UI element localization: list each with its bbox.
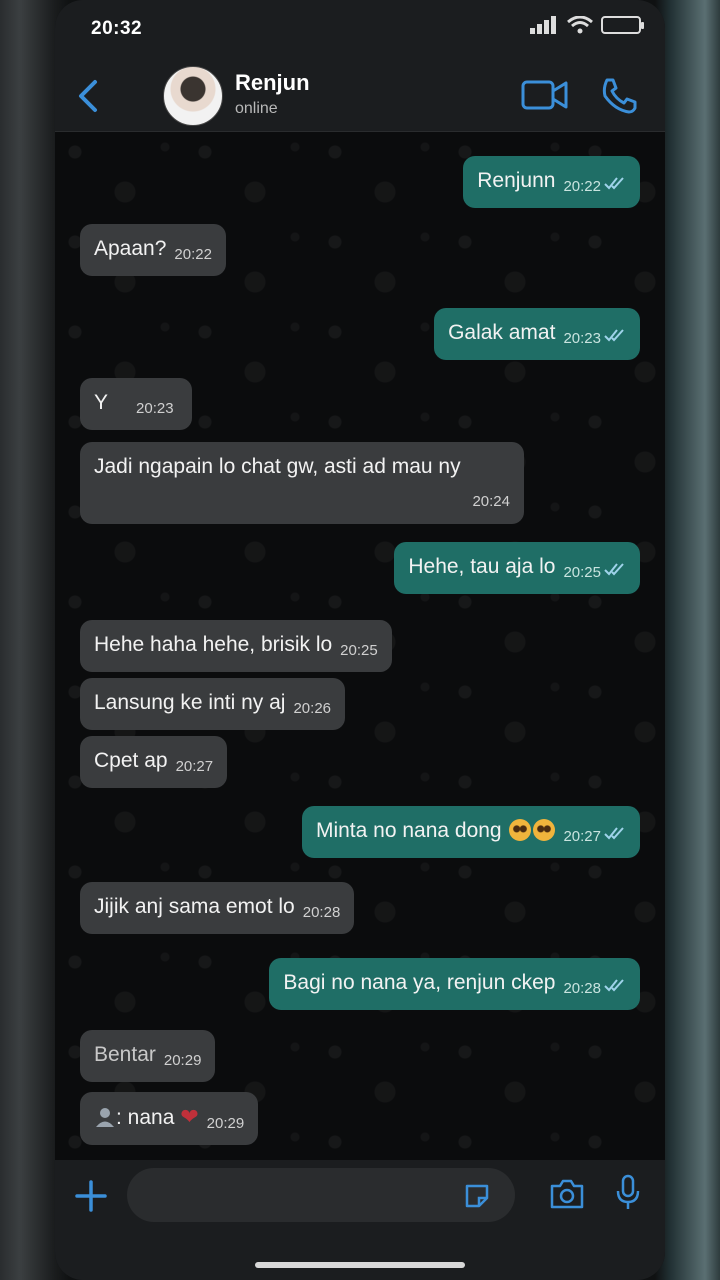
message-time: 20:22 xyxy=(174,246,212,263)
contact-status: online xyxy=(235,100,278,117)
microphone-icon[interactable] xyxy=(615,1174,641,1212)
message-time: 20:25 xyxy=(340,642,378,659)
plus-icon[interactable] xyxy=(73,1178,109,1214)
message-outgoing[interactable]: Minta no nana dong 20:27 xyxy=(301,806,640,858)
message-text: Bagi no nana ya, renjun ckep xyxy=(283,971,556,994)
pleading-face-icon xyxy=(533,819,556,841)
wifi-icon xyxy=(567,15,593,34)
message-time: 20:25 xyxy=(563,564,601,581)
contact-icon xyxy=(94,1106,116,1128)
message-time: 20:26 xyxy=(293,700,332,717)
double-check-icon xyxy=(604,557,626,576)
signal-icon xyxy=(529,16,559,34)
message-outgoing[interactable]: Bagi no nana ya, renjun ckep 20:28 xyxy=(269,958,640,1010)
chat-area: Renjunn 20:22 Apaan? 20:22 Galak amat 20:23… xyxy=(55,132,665,1160)
video-call-icon[interactable] xyxy=(521,78,569,112)
message-outgoing[interactable]: Hehe, tau aja lo 20:25 xyxy=(394,542,640,594)
back-button[interactable] xyxy=(73,76,105,116)
double-check-icon xyxy=(604,323,626,342)
message-text: Minta no nana dong xyxy=(315,819,502,842)
message-time: 20:27 xyxy=(175,758,214,775)
message-text: Hehe, tau aja lo xyxy=(408,555,556,578)
message-text: Bentar xyxy=(94,1043,156,1066)
pleading-face-icon xyxy=(509,819,532,841)
message-text: Galak amat xyxy=(448,321,556,344)
message-time: 20:28 xyxy=(563,980,601,997)
camera-icon[interactable] xyxy=(549,1178,585,1210)
message-text: Jadi ngapain lo chat gw, asti ad mau ny xyxy=(94,455,461,478)
message-incoming[interactable]: Jijik anj sama emot lo 20:28 xyxy=(80,882,355,934)
message-outgoing[interactable]: Renjunn 20:22 xyxy=(463,156,640,208)
message-text: Apaan? xyxy=(94,237,167,260)
message-text: Y xyxy=(94,391,109,414)
message-input[interactable] xyxy=(127,1168,515,1222)
status-bar: 20:32 xyxy=(55,0,665,58)
message-text: Hehe haha hehe, brisik lo xyxy=(94,633,333,656)
message-text: Jijik anj sama emot lo xyxy=(94,895,295,918)
input-bar xyxy=(55,1160,665,1280)
message-text: Cpet ap xyxy=(94,749,168,772)
message-text: : nana xyxy=(116,1106,175,1129)
message-incoming[interactable]: Hehe haha hehe, brisik lo 20:25 xyxy=(80,620,392,672)
double-check-icon xyxy=(604,821,626,840)
status-time: 20:32 xyxy=(91,18,143,39)
message-text: Renjunn xyxy=(477,169,556,192)
message-text: Lansung ke inti ny aj xyxy=(94,691,286,714)
message-time: 20:29 xyxy=(163,1052,202,1069)
phone-call-icon[interactable] xyxy=(599,76,639,116)
double-check-icon xyxy=(604,171,626,190)
avatar[interactable] xyxy=(163,66,223,126)
message-time: 20:23 xyxy=(136,400,174,417)
message-time: 20:28 xyxy=(302,904,341,921)
message-incoming[interactable]: Jadi ngapain lo chat gw, asti ad mau ny … xyxy=(80,442,524,524)
message-time: 20:29 xyxy=(206,1115,245,1132)
message-time: 20:23 xyxy=(563,330,601,347)
message-incoming[interactable]: Bentar 20:29 xyxy=(80,1030,216,1082)
message-outgoing[interactable]: Galak amat 20:23 xyxy=(434,308,640,360)
message-incoming[interactable]: Cpet ap 20:27 xyxy=(80,736,228,788)
message-incoming[interactable]: Lansung ke inti ny aj 20:26 xyxy=(80,678,346,730)
message-incoming[interactable]: Y 20:23 xyxy=(80,378,192,430)
sticker-icon[interactable] xyxy=(463,1182,491,1210)
home-indicator[interactable] xyxy=(255,1262,465,1268)
double-check-icon xyxy=(604,973,626,992)
contact-name[interactable]: Renjun xyxy=(235,70,310,96)
message-time: 20:24 xyxy=(472,493,510,511)
message-time: 20:22 xyxy=(563,178,601,195)
message-incoming[interactable]: : nana ❤ 20:29 xyxy=(80,1092,259,1145)
chat-header: Renjun online xyxy=(55,58,665,132)
heart-icon: ❤ xyxy=(180,1104,199,1129)
message-incoming[interactable]: Apaan? 20:22 xyxy=(80,224,226,276)
battery-icon xyxy=(601,16,644,34)
phone-screen: 20:32 Renjun online Renjunn 20:22 Apaan?… xyxy=(55,0,665,1280)
message-time: 20:27 xyxy=(563,828,601,845)
